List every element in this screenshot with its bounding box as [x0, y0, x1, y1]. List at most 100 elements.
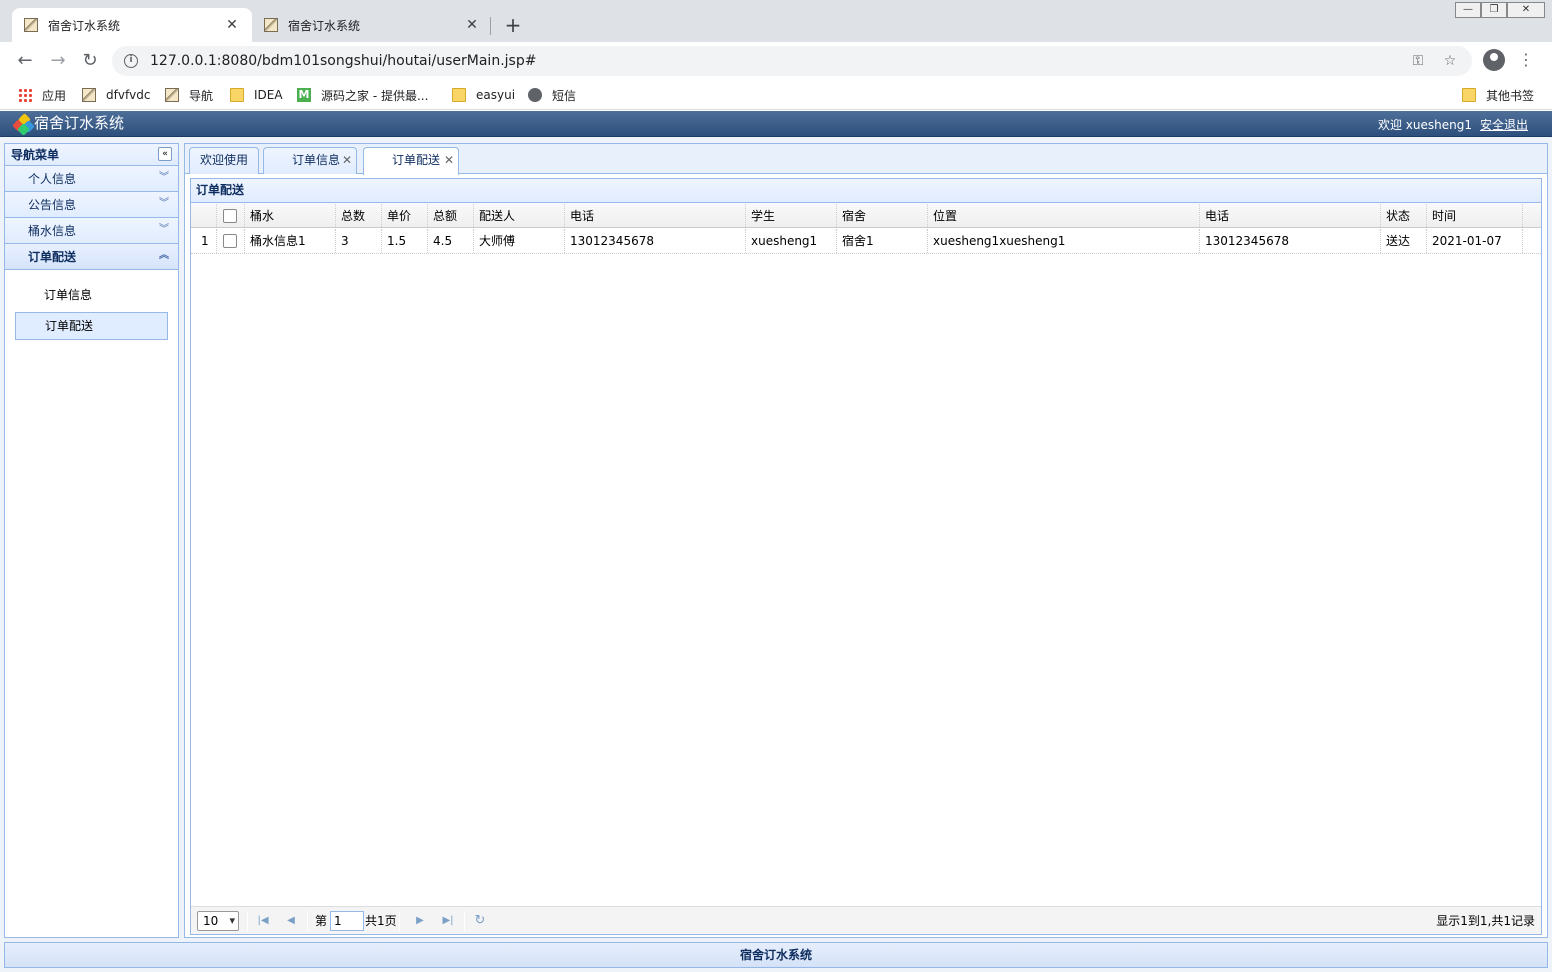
page-total: 共1页 — [365, 914, 397, 928]
pager-separator — [307, 911, 308, 931]
sidebar-section-notice[interactable]: 公告信息 ︾ — [5, 192, 178, 218]
info-icon[interactable]: i — [124, 54, 138, 68]
new-tab-button[interactable]: + — [503, 13, 523, 37]
select-all-checkbox[interactable] — [223, 209, 237, 223]
table-cell: 宿舍1 — [837, 229, 928, 253]
folder-icon — [1462, 88, 1476, 102]
star-icon[interactable]: ☆ — [1440, 53, 1460, 69]
column-header[interactable]: 状态 — [1381, 204, 1427, 227]
key-icon[interactable]: ⚿ — [1408, 53, 1428, 69]
bookmark-label: 其他书签 — [1486, 88, 1535, 103]
window-close-button[interactable]: ✕ — [1507, 2, 1545, 18]
minimize-button[interactable]: — — [1455, 2, 1481, 18]
more-menu-icon[interactable]: ⋮ — [1518, 50, 1534, 72]
forward-button[interactable]: → — [47, 50, 69, 72]
sidebar: 导航菜单 « 个人信息 ︾ 公告信息 ︾ 桶水信息 ︾ 订单配送 ︽ 订单信息 … — [4, 143, 179, 938]
page-size-select[interactable]: 10 — [197, 911, 239, 931]
tab-label: 订单配送 — [392, 153, 441, 167]
table-cell: 13012345678 — [565, 229, 746, 253]
table-cell: 1.5 — [382, 229, 428, 253]
restore-button[interactable]: ❐ — [1481, 2, 1507, 18]
sidebar-section-personal[interactable]: 个人信息 ︾ — [5, 166, 178, 192]
page-icon — [82, 88, 96, 102]
bookmark-item[interactable]: M 源码之家 - 提供最... — [297, 86, 428, 104]
close-icon[interactable]: ✕ — [464, 17, 480, 33]
table-cell: xuesheng1 — [746, 229, 837, 253]
welcome-text: 欢迎 xuesheng1 — [1377, 118, 1472, 132]
pager-separator — [399, 911, 400, 931]
bookmark-apps[interactable]: 应用 — [18, 86, 66, 104]
page-number-input[interactable]: 1 — [330, 911, 364, 931]
browser-tab-title: 宿舍订水系统 — [288, 18, 361, 33]
sidebar-title: 导航菜单 — [11, 148, 60, 162]
bookmark-item[interactable]: 短信 — [528, 86, 576, 104]
tab-order-delivery[interactable]: 订单配送 ✕ — [363, 147, 459, 175]
bookmarks-bar: 应用 dfvfvdc 导航 IDEA M 源码之家 - 提供最... easyu… — [0, 80, 1552, 110]
page-icon — [264, 18, 278, 32]
sidebar-section-delivery[interactable]: 订单配送 ︽ — [5, 244, 178, 270]
column-header[interactable]: 总数 — [336, 204, 382, 227]
refresh-icon[interactable]: ↻ — [472, 913, 488, 929]
prev-page-icon[interactable]: ◀ — [283, 913, 299, 929]
pager-info: 显示1到1,共1记录 — [1436, 914, 1535, 928]
address-bar[interactable]: i 127.0.0.1:8080/bdm101songshui/houtai/u… — [112, 46, 1472, 76]
column-header[interactable]: 电话 — [1200, 204, 1381, 227]
bookmark-item[interactable]: dfvfvdc — [82, 86, 150, 104]
tab-welcome[interactable]: 欢迎使用 — [189, 147, 259, 174]
sidebar-section-body: 订单信息 订单配送 — [5, 270, 178, 354]
select-all-cell — [217, 204, 245, 227]
first-page-icon[interactable]: |◀ — [255, 913, 271, 929]
column-header[interactable]: 学生 — [746, 204, 837, 227]
table-cell: 大师傅 — [474, 229, 565, 253]
column-header[interactable]: 位置 — [928, 204, 1200, 227]
last-page-icon[interactable]: ▶| — [440, 913, 456, 929]
app-title: 宿舍订水系统 — [34, 114, 125, 132]
column-header[interactable]: 时间 — [1427, 204, 1523, 227]
page-icon — [165, 88, 179, 102]
sidebar-header: 导航菜单 « — [5, 144, 178, 166]
bookmark-item[interactable]: easyui — [452, 86, 515, 104]
column-header[interactable]: 桶水 — [245, 204, 336, 227]
column-header[interactable]: 单价 — [382, 204, 428, 227]
close-icon[interactable]: ✕ — [342, 148, 352, 173]
bookmark-item[interactable]: 导航 — [165, 86, 213, 104]
pager-separator — [464, 911, 465, 931]
chevron-up-icon[interactable]: ︽ — [158, 250, 170, 262]
sidebar-item-order-delivery[interactable]: 订单配送 — [15, 312, 168, 340]
column-header[interactable]: 宿舍 — [837, 204, 928, 227]
close-icon[interactable]: ✕ — [444, 148, 454, 173]
sidebar-section-water[interactable]: 桶水信息 ︾ — [5, 218, 178, 244]
table-cell: 2021-01-07 — [1427, 229, 1523, 253]
column-header[interactable]: 电话 — [565, 204, 746, 227]
chevron-down-icon[interactable]: ︾ — [158, 172, 170, 184]
table-header: 桶水 总数 单价 总额 配送人 电话 学生 宿舍 位置 电话 状态 时间 — [191, 204, 1541, 228]
sidebar-item-order-info[interactable]: 订单信息 — [15, 282, 168, 310]
logout-link[interactable]: 安全退出 — [1480, 116, 1528, 133]
column-header[interactable]: 配送人 — [474, 204, 565, 227]
page-icon — [24, 18, 38, 32]
bookmark-other[interactable]: 其他书签 — [1462, 86, 1534, 104]
table-row[interactable]: 1 桶水信息1 3 1.5 4.5 大师傅 13012345678 xueshe… — [191, 229, 1541, 254]
collapse-icon[interactable]: « — [158, 147, 172, 161]
next-page-icon[interactable]: ▶ — [412, 913, 428, 929]
bookmark-item[interactable]: IDEA — [230, 86, 283, 104]
tab-label: 欢迎使用 — [200, 153, 249, 167]
browser-tab-title: 宿舍订水系统 — [48, 18, 121, 33]
profile-icon[interactable] — [1483, 49, 1505, 71]
main-content: 欢迎使用 订单信息 ✕ 订单配送 ✕ 订单配送 桶水 总数 单价 总额 配送人 … — [184, 143, 1548, 938]
table-cell: 桶水信息1 — [245, 229, 336, 253]
browser-tab-2[interactable]: 宿舍订水系统 ✕ — [252, 8, 492, 42]
reload-button[interactable]: ↻ — [79, 50, 101, 72]
back-button[interactable]: ← — [14, 50, 36, 72]
column-header[interactable]: 总额 — [428, 204, 474, 227]
chevron-down-icon[interactable]: ︾ — [158, 224, 170, 236]
tab-order-info[interactable]: 订单信息 ✕ — [263, 147, 357, 174]
folder-icon — [452, 88, 466, 102]
browser-tab-1[interactable]: 宿舍订水系统 ✕ — [12, 8, 252, 42]
row-checkbox[interactable] — [223, 234, 237, 248]
url-text[interactable]: 127.0.0.1:8080/bdm101songshui/houtai/use… — [150, 53, 1408, 69]
close-icon[interactable]: ✕ — [224, 17, 240, 33]
table-cell: 送达 — [1381, 229, 1427, 253]
page-prefix: 第 — [315, 914, 328, 928]
chevron-down-icon[interactable]: ︾ — [158, 198, 170, 210]
